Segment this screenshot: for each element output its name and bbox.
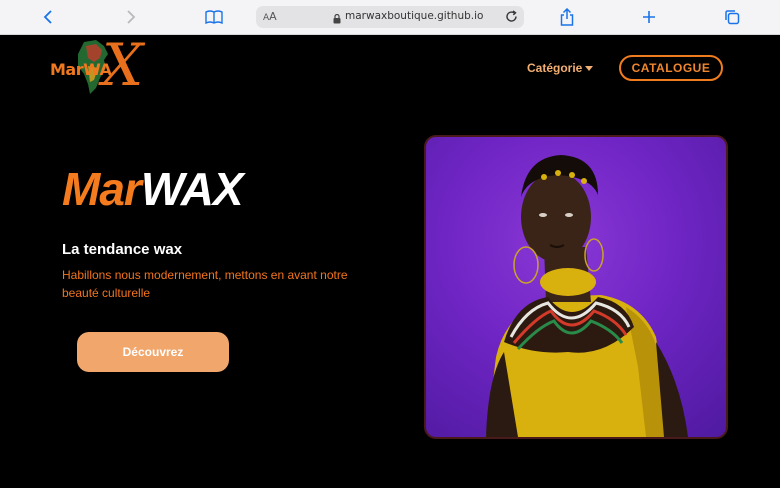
reload-icon[interactable] xyxy=(505,10,518,28)
site-logo[interactable]: MarWA X xyxy=(46,31,144,100)
share-icon[interactable] xyxy=(557,7,577,27)
address-bar[interactable]: AA marwaxboutique.github.io xyxy=(256,6,524,28)
category-label: Catégorie xyxy=(527,61,583,75)
forward-icon[interactable] xyxy=(121,7,141,27)
lock-icon xyxy=(333,11,341,29)
bookmarks-icon[interactable] xyxy=(204,7,224,27)
caret-down-icon xyxy=(585,65,594,71)
new-tab-icon[interactable] xyxy=(639,7,659,27)
back-icon[interactable] xyxy=(38,7,58,27)
hero-description: Habillons nous modernement, mettons en a… xyxy=(62,268,348,300)
hero-tagline: La tendance wax xyxy=(62,241,183,258)
url-text: marwaxboutique.github.io xyxy=(345,10,484,22)
discover-button[interactable]: Découvrez xyxy=(77,332,229,372)
tabs-overview-icon[interactable] xyxy=(722,7,742,27)
hero-title: MarWAX xyxy=(62,162,244,216)
hero-title-wax: WAX xyxy=(140,163,244,215)
logo-x: X xyxy=(102,31,144,99)
text-size-button[interactable]: AA xyxy=(263,10,277,23)
catalogue-button[interactable]: CATALOGUE xyxy=(619,55,723,81)
category-dropdown[interactable]: Catégorie xyxy=(527,61,594,75)
hero-title-mar: Mar xyxy=(62,163,142,215)
browser-toolbar: AA marwaxboutique.github.io xyxy=(0,0,780,35)
hero-photo xyxy=(424,135,728,439)
